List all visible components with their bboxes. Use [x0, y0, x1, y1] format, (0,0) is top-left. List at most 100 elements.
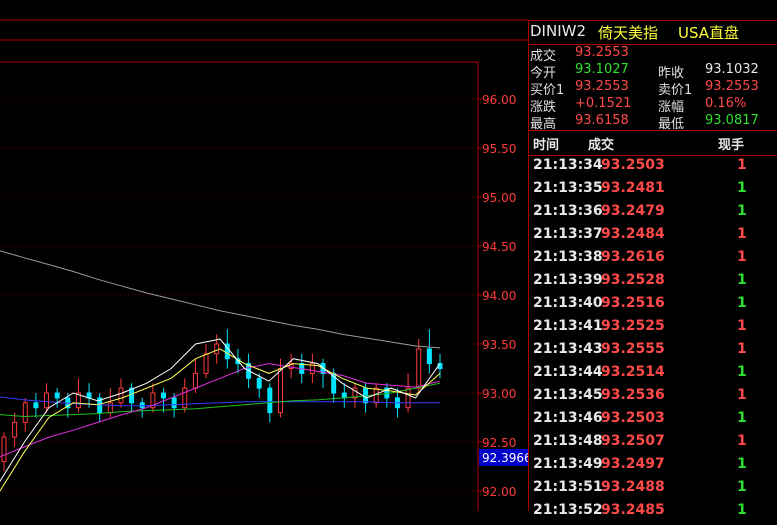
- tick-row[interactable]: 21:13:43 93.2555 1: [528, 341, 777, 364]
- y-tick-label: 95.00: [482, 191, 516, 205]
- tick-time: 21:13:35: [533, 180, 603, 196]
- quote-value: 93.2553: [575, 79, 629, 94]
- tick-volume: 1: [737, 318, 747, 334]
- ma-line: [0, 250, 441, 349]
- quote-value: 0.16%: [705, 96, 747, 111]
- divider: [528, 155, 777, 156]
- divider: [528, 20, 777, 21]
- tick-price: 93.2497: [601, 456, 665, 472]
- y-tick-label: 94.00: [482, 289, 516, 303]
- price-chart[interactable]: 96.00 95.50 95.00 94.50 94.00 93.50 93.00 92.50…: [0, 0, 528, 511]
- tick-row[interactable]: 21:13:45 93.2536 1: [528, 387, 777, 410]
- tick-row[interactable]: 21:13:49 93.2497 1: [528, 456, 777, 479]
- tick-price: 93.2503: [601, 157, 665, 173]
- candle-body: [44, 392, 50, 409]
- tick-price: 93.2503: [601, 410, 665, 426]
- tick-price: 93.2555: [601, 341, 665, 357]
- quote-value: 93.0817: [705, 113, 759, 128]
- tick-volume: 1: [737, 433, 747, 449]
- tick-time: 21:13:40: [533, 295, 603, 311]
- market-type: USA直盘: [678, 24, 740, 42]
- candle-body: [405, 387, 411, 409]
- tick-time: 21:13:38: [533, 249, 603, 265]
- y-tick-label: 96.00: [482, 93, 516, 107]
- candle-body: [203, 353, 209, 374]
- tick-volume: 1: [737, 456, 747, 472]
- symbol-header: DINIW2 倚天美指 USA直盘: [528, 22, 777, 42]
- tick-time: 21:13:48: [533, 433, 603, 449]
- divider: [528, 44, 777, 45]
- tick-volume: 1: [737, 295, 747, 311]
- candle-body: [214, 343, 220, 355]
- tick-time: 21:13:34: [533, 157, 603, 173]
- symbol-name: 倚天美指: [598, 24, 659, 42]
- y-tick-label: 94.50: [482, 240, 516, 254]
- quote-value: +0.1521: [575, 96, 632, 111]
- candle-body: [192, 372, 198, 389]
- candle-body: [107, 402, 113, 414]
- y-tick-label: 95.50: [482, 142, 516, 156]
- tick-volume: 1: [737, 410, 747, 426]
- col-price: 成交: [588, 138, 615, 153]
- tick-volume: 1: [737, 341, 747, 357]
- quote-row: 成交 93.2553: [528, 45, 777, 64]
- tick-volume: 1: [737, 502, 747, 518]
- candle-body: [267, 387, 273, 414]
- candle-body: [12, 421, 18, 438]
- quote-row: 买价1 93.2553 卖价1 93.2553: [528, 79, 777, 98]
- tick-price: 93.2484: [601, 226, 665, 242]
- candle-body: [118, 387, 124, 404]
- tick-row[interactable]: 21:13:52 93.2485 1: [528, 502, 777, 525]
- tick-time: 21:13:36: [533, 203, 603, 219]
- candle-body: [54, 392, 60, 399]
- candle-body: [426, 348, 432, 365]
- tick-price: 93.2488: [601, 479, 665, 495]
- candle-body: [416, 348, 422, 389]
- tick-volume: 1: [737, 157, 747, 173]
- candle-body: [256, 377, 262, 389]
- tick-volume: 1: [737, 479, 747, 495]
- tick-row[interactable]: 21:13:48 93.2507 1: [528, 433, 777, 456]
- tick-volume: 1: [737, 249, 747, 265]
- y-tick-label: 93.50: [482, 338, 516, 352]
- tick-row[interactable]: 21:13:51 93.2488 1: [528, 479, 777, 502]
- tick-row[interactable]: 21:13:36 93.2479 1: [528, 203, 777, 226]
- quote-row: 涨跌 +0.1521 涨幅 0.16%: [528, 96, 777, 115]
- candle-body: [277, 368, 283, 414]
- divider: [528, 130, 777, 131]
- candle-body: [373, 387, 379, 404]
- tick-price: 93.2516: [601, 295, 665, 311]
- quote-value: 93.2553: [705, 79, 759, 94]
- tick-time: 21:13:37: [533, 226, 603, 242]
- tick-row[interactable]: 21:13:35 93.2481 1: [528, 180, 777, 203]
- tick-row[interactable]: 21:13:38 93.2616 1: [528, 249, 777, 272]
- candle-body: [1, 436, 7, 463]
- tick-row[interactable]: 21:13:41 93.2525 1: [528, 318, 777, 341]
- candle-body: [33, 402, 39, 409]
- tick-time: 21:13:52: [533, 502, 603, 518]
- quote-row: 今开 93.1027 昨收 93.1032: [528, 62, 777, 81]
- symbol-code: DINIW2: [530, 22, 586, 40]
- tick-time: 21:13:41: [533, 318, 603, 334]
- tick-price: 93.2616: [601, 249, 665, 265]
- tick-row[interactable]: 21:13:44 93.2514 1: [528, 364, 777, 387]
- tick-volume: 1: [737, 387, 747, 403]
- tick-row[interactable]: 21:13:40 93.2516 1: [528, 295, 777, 318]
- tick-price: 93.2514: [601, 364, 665, 380]
- tick-row[interactable]: 21:13:39 93.2528 1: [528, 272, 777, 295]
- tick-volume: 1: [737, 180, 747, 196]
- quote-panel: DINIW2 倚天美指 USA直盘 成交 93.2553 今开 93.1027 昨收 93…: [528, 0, 777, 518]
- ma-line: [0, 338, 441, 482]
- tick-row[interactable]: 21:13:34 93.2503 1: [528, 157, 777, 180]
- tick-row[interactable]: 21:13:46 93.2503 1: [528, 410, 777, 433]
- tick-row[interactable]: 21:13:37 93.2484 1: [528, 226, 777, 249]
- y-tick-label: 92.50: [482, 436, 516, 450]
- price-chart-svg: 96.00 95.50 95.00 94.50 94.00 93.50 93.00 92.50…: [0, 19, 528, 511]
- tick-time: 21:13:44: [533, 364, 603, 380]
- tick-time: 21:13:49: [533, 456, 603, 472]
- tick-price: 93.2481: [601, 180, 665, 196]
- quote-value: 93.6158: [575, 113, 629, 128]
- tick-volume: 1: [737, 203, 747, 219]
- col-time: 时间: [533, 138, 560, 153]
- tick-volume: 1: [737, 364, 747, 380]
